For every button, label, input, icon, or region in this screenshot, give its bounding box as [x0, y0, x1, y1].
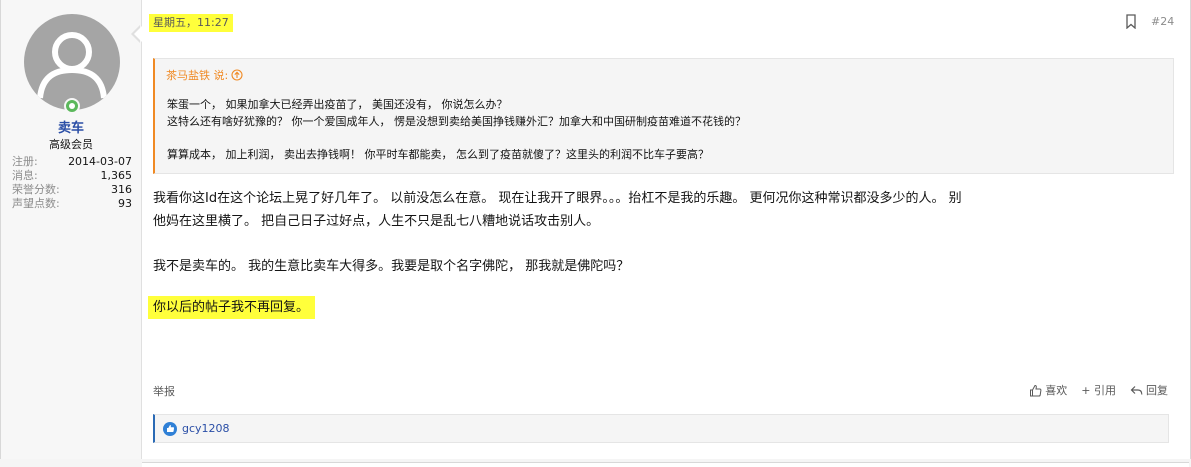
like-label: 喜欢 — [1045, 384, 1068, 397]
avatar[interactable] — [24, 14, 120, 110]
stat-label: 声望点数: — [12, 197, 60, 210]
liked-by-user[interactable]: gcy1208 — [182, 422, 230, 435]
user-sidebar: 卖车 高级会员 注册: 2014-03-07 消息: 1,365 荣誉分数: 3… — [1, 0, 142, 459]
stat-row-register: 注册: 2014-03-07 — [12, 155, 132, 169]
reply-icon — [1130, 385, 1143, 395]
post-timestamp[interactable]: 星期五，11:27 — [149, 14, 233, 32]
post-actions: 喜欢 + 引用 回复 — [1029, 382, 1168, 398]
post-number[interactable]: #24 — [1151, 15, 1174, 28]
quote-author[interactable]: 茶马盐铁 说: — [166, 67, 243, 83]
stat-row-messages: 消息: 1,365 — [12, 169, 132, 183]
stat-row-honor: 荣誉分数: 316 — [12, 183, 132, 197]
stat-row-reputation: 声望点数: 93 — [12, 197, 132, 211]
quote-line: 这特么还有啥好犹豫的？ 你一个爱国成年人， 愣是没想到卖给美国挣钱赚外汇？加拿大… — [167, 115, 746, 128]
quote-label: + 引用 — [1081, 384, 1116, 397]
stat-value: 2014-03-07 — [68, 155, 132, 168]
stat-label: 注册: — [12, 155, 38, 168]
user-title: 高级会员 — [49, 138, 93, 151]
quote-author-label[interactable]: 茶马盐铁 说: — [166, 67, 228, 83]
quote-text: 笨蛋一个， 如果加拿大已经弄出疫苗了， 美国还没有， 你说怎么办？ 这特么还有啥… — [167, 96, 746, 163]
post-line: 我不是卖车的。 我的生意比卖车大得多。我要是取个名字佛陀， 那我就是佛陀吗？ — [153, 259, 630, 274]
post-line-highlighted: 你以后的帖子我不再回复。 — [148, 296, 316, 319]
stat-label: 荣誉分数: — [12, 183, 60, 196]
online-status-icon — [64, 98, 80, 114]
post-line: 他妈在这里横了。 把自己日子过好点，人生不只是乱七八糟地说话攻击别人。 — [153, 214, 600, 229]
username[interactable]: 卖车 — [1, 117, 141, 136]
thumbs-up-icon — [1030, 384, 1042, 396]
quote-line: 算算成本， 加上利润， 卖出去挣钱啊！ 你平时车都能卖， 怎么到了疫苗就傻了？这… — [167, 148, 709, 161]
quote-button[interactable]: + 引用 — [1081, 382, 1116, 398]
stat-value: 316 — [111, 183, 132, 196]
forum-post: 卖车 高级会员 注册: 2014-03-07 消息: 1,365 荣誉分数: 3… — [0, 0, 1191, 460]
quote-line: 笨蛋一个， 如果加拿大已经弄出疫苗了， 美国还没有， 你说怎么办？ — [167, 98, 508, 111]
reply-label: 回复 — [1146, 384, 1168, 397]
message-pointer-inner — [134, 26, 142, 42]
user-stats: 注册: 2014-03-07 消息: 1,365 荣誉分数: 316 声望点数:… — [12, 155, 132, 211]
next-post-edge — [0, 459, 1191, 467]
stat-value[interactable]: 1,365 — [101, 169, 133, 183]
stat-label: 消息: — [12, 169, 38, 182]
default-avatar-icon — [37, 32, 107, 99]
like-button[interactable]: 喜欢 — [1029, 382, 1067, 398]
quote-block: 茶马盐铁 说: 笨蛋一个， 如果加拿大已经弄出疫苗了， 美国还没有， 你说怎么办… — [153, 58, 1174, 174]
report-link[interactable]: 举报 — [153, 383, 175, 399]
likes-bar: gcy1208 — [153, 414, 1169, 443]
stat-value: 93 — [118, 197, 132, 210]
bookmark-icon[interactable] — [1125, 14, 1137, 29]
post-body: 我看你这Id在这个论坛上晃了好几年了。 以前没怎么在意。 现在让我开了眼界。。。… — [153, 187, 1173, 233]
jump-to-quote-icon[interactable] — [231, 69, 243, 81]
like-badge-icon — [163, 421, 177, 436]
post-line: 我看你这Id在这个论坛上晃了好几年了。 以前没怎么在意。 现在让我开了眼界。。。… — [153, 191, 962, 206]
reply-button[interactable]: 回复 — [1130, 382, 1168, 398]
